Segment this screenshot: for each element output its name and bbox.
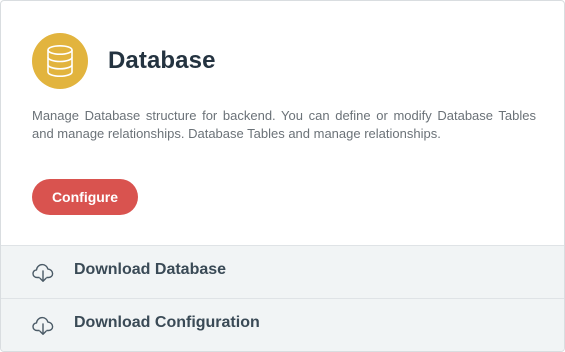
cloud-download-icon [32,316,54,335]
download-configuration-action[interactable]: Download Configuration [1,298,564,351]
download-database-label: Download Database [74,261,227,278]
download-configuration-label: Download Configuration [74,314,260,331]
configure-button[interactable]: Configure [32,179,138,215]
card-header: Database [32,32,216,90]
card-description: Manage Database structure for backend. Y… [32,108,536,141]
card-actions: Download Database Download Configuration [1,245,564,351]
cloud-download-icon [32,263,54,282]
card-title: Database [108,47,216,74]
download-database-action[interactable]: Download Database [1,246,564,298]
database-card: Database Manage Database structure for b… [0,0,565,352]
database-icon [47,45,73,78]
database-icon-badge [32,33,88,89]
